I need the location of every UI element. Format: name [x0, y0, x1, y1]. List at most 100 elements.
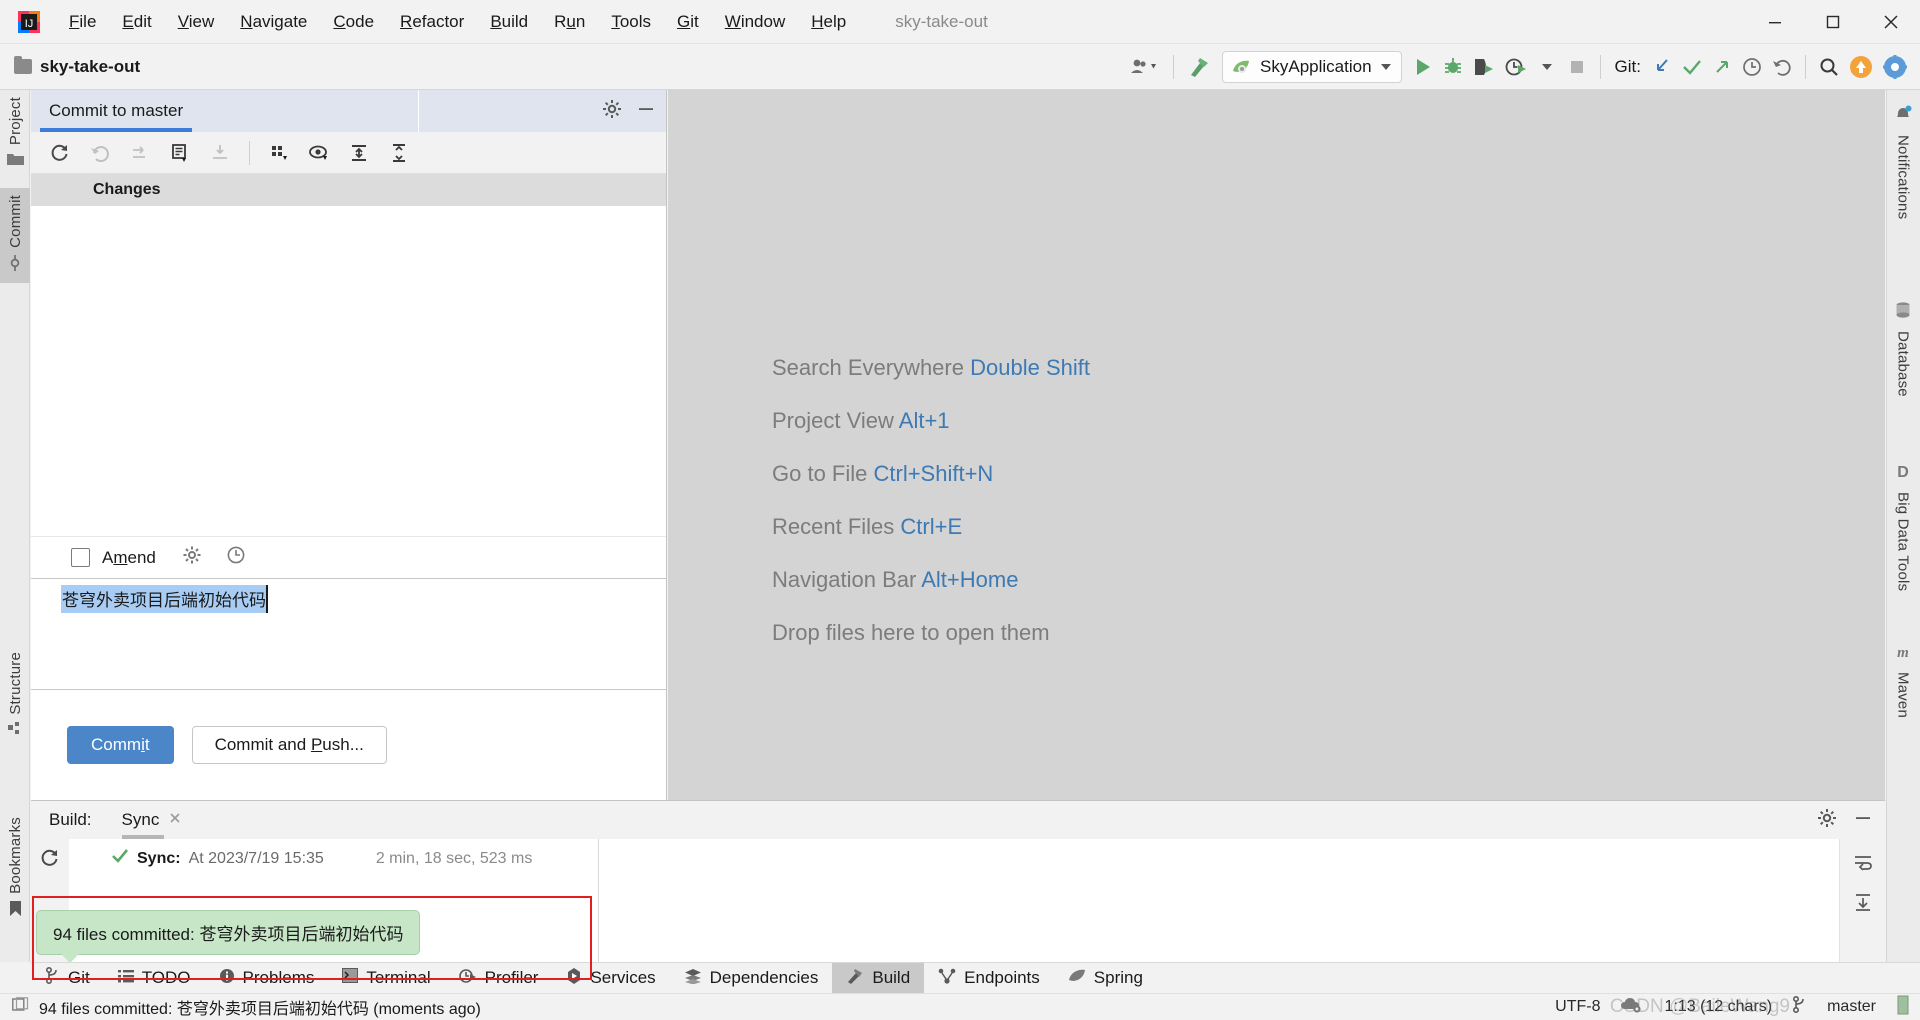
preview-diff-icon[interactable]: [300, 136, 338, 170]
hint-action-5: Drop files here to open them: [772, 620, 1050, 645]
build-settings-gear-icon[interactable]: [1817, 808, 1837, 833]
hint-shortcut-1: Alt+1: [898, 408, 950, 433]
menu-tools[interactable]: Tools: [598, 0, 664, 44]
rerun-icon[interactable]: [39, 847, 61, 874]
sidebar-item-database[interactable]: Database: [1886, 295, 1920, 404]
build-sync-row[interactable]: Sync: At 2023/7/19 15:35 2 min, 18 sec, …: [69, 839, 598, 870]
minimize-button[interactable]: [1746, 0, 1804, 44]
ide-settings-button[interactable]: [1878, 49, 1912, 85]
get-from-vcs-icon[interactable]: [201, 136, 239, 170]
sidebar-item-structure[interactable]: Structure: [0, 645, 30, 749]
status-bar-branch[interactable]: master: [1827, 998, 1876, 1016]
ide-update-button[interactable]: [1844, 49, 1878, 85]
tab-commit-to-master[interactable]: Commit to master: [31, 90, 201, 132]
changes-list[interactable]: [31, 206, 666, 536]
run-with-coverage-button[interactable]: [1468, 49, 1500, 85]
commit-message-input[interactable]: 苍穹外卖项目后端初始代码: [31, 578, 666, 690]
git-update-project-button[interactable]: [1647, 49, 1677, 85]
window-controls: [1746, 0, 1920, 44]
git-push-button[interactable]: [1707, 49, 1737, 85]
build-console[interactable]: [599, 839, 1839, 963]
menu-refactor[interactable]: Refactor: [387, 0, 477, 44]
refresh-changes-icon[interactable]: [41, 136, 79, 170]
amend-checkbox[interactable]: [71, 548, 90, 567]
bottom-tab-build[interactable]: Build: [832, 962, 925, 994]
menu-view-mnemonic: V: [177, 11, 189, 31]
bottom-tab-terminal[interactable]: Terminal: [328, 963, 444, 994]
menu-run[interactable]: Run: [541, 0, 598, 44]
run-configuration-selector[interactable]: SkyApplication: [1222, 51, 1402, 83]
menu-tools-mnemonic: T: [611, 11, 620, 31]
close-icon[interactable]: [168, 801, 182, 839]
menu-code[interactable]: Code: [320, 0, 387, 44]
memory-indicator-icon[interactable]: [1896, 995, 1910, 1020]
gear-icon[interactable]: [602, 99, 622, 124]
shelve-silently-icon[interactable]: [121, 136, 159, 170]
commit-options-gear-icon[interactable]: [182, 545, 202, 570]
show-diff-icon[interactable]: [161, 136, 199, 170]
sidebar-item-bookmarks[interactable]: Bookmarks: [0, 810, 30, 929]
maximize-button[interactable]: [1804, 0, 1862, 44]
git-rollback-button[interactable]: [1767, 49, 1797, 85]
bottom-tab-git[interactable]: Git: [31, 963, 104, 994]
bottom-tab-todo[interactable]: TODO: [104, 963, 205, 994]
stop-button[interactable]: [1562, 49, 1592, 85]
bottom-tab-spring[interactable]: Spring: [1054, 963, 1157, 994]
menu-build[interactable]: Build: [477, 0, 541, 44]
breadcrumb[interactable]: sky-take-out: [14, 56, 140, 77]
endpoints-icon: [938, 968, 956, 989]
debug-button[interactable]: [1438, 49, 1468, 85]
sidebar-item-big-data-tools[interactable]: D Big Data Tools: [1886, 455, 1920, 598]
svg-text:D: D: [1897, 464, 1909, 480]
hint-shortcut-4: Alt+Home: [921, 567, 1019, 592]
soft-wrap-icon[interactable]: [1852, 853, 1874, 878]
sidebar-item-commit[interactable]: Commit: [0, 188, 30, 283]
git-commit-button[interactable]: [1677, 49, 1707, 85]
menu-git[interactable]: Git: [664, 0, 712, 44]
editor-welcome-area[interactable]: Search Everywhere Double Shift Project V…: [668, 90, 1885, 800]
build-panel-title: Build:: [49, 810, 92, 829]
menu-edit[interactable]: Edit: [109, 0, 164, 44]
commit-message-history-icon[interactable]: [226, 545, 246, 570]
sidebar-item-bookmarks-label: Bookmarks: [6, 817, 24, 894]
commit-notification-balloon[interactable]: 94 files committed: 苍穹外卖项目后端初始代码: [36, 910, 421, 963]
build-project-button[interactable]: [1182, 49, 1216, 85]
hint-drop-files: Drop files here to open them: [772, 620, 1090, 646]
search-everywhere-icon[interactable]: [1814, 49, 1844, 85]
commit-button[interactable]: Commit: [67, 726, 174, 764]
menu-git-mnemonic: G: [677, 11, 691, 31]
status-bar-encoding[interactable]: UTF-8: [1555, 998, 1600, 1016]
bottom-tab-dependencies[interactable]: Dependencies: [670, 963, 833, 994]
bottom-tab-problems[interactable]: Problems: [205, 963, 329, 994]
bottom-tab-endpoints[interactable]: Endpoints: [924, 963, 1054, 994]
menu-view[interactable]: View: [165, 0, 228, 44]
rollback-icon[interactable]: [81, 136, 119, 170]
collapse-all-icon[interactable]: [380, 136, 418, 170]
sidebar-item-project[interactable]: Project: [0, 90, 30, 178]
menu-file[interactable]: File: [56, 0, 109, 44]
menu-navigate[interactable]: Navigate: [227, 0, 320, 44]
tab-sync[interactable]: Sync: [121, 801, 183, 839]
user-avatar-dropdown[interactable]: [1125, 49, 1165, 85]
git-history-button[interactable]: [1737, 49, 1767, 85]
structure-icon: [7, 721, 23, 742]
close-button[interactable]: [1862, 0, 1920, 44]
expand-all-icon[interactable]: [340, 136, 378, 170]
group-by-icon[interactable]: [260, 136, 298, 170]
hint-shortcut-3: Ctrl+E: [900, 514, 963, 539]
status-bar-message-area[interactable]: 94 files committed: 苍穹外卖项目后端初始代码 (moment…: [12, 995, 481, 1019]
run-button[interactable]: [1408, 49, 1438, 85]
sidebar-item-maven[interactable]: m Maven: [1886, 635, 1920, 725]
menu-help[interactable]: Help: [798, 0, 859, 44]
run-dropdown-icon[interactable]: [1532, 49, 1562, 85]
bottom-tab-services[interactable]: Services: [552, 963, 669, 994]
profiler-button[interactable]: [1500, 49, 1532, 85]
commit-and-push-button[interactable]: Commit and Push...: [191, 726, 387, 764]
menu-window[interactable]: Window: [712, 0, 798, 44]
bottom-tab-profiler[interactable]: Profiler: [445, 963, 553, 994]
sidebar-item-notifications[interactable]: Notifications: [1886, 98, 1920, 226]
hint-action-4: Navigation Bar: [772, 567, 917, 592]
minimize-icon[interactable]: [636, 99, 656, 124]
scroll-to-end-icon[interactable]: [1852, 892, 1874, 917]
build-minimize-icon[interactable]: [1853, 808, 1873, 833]
